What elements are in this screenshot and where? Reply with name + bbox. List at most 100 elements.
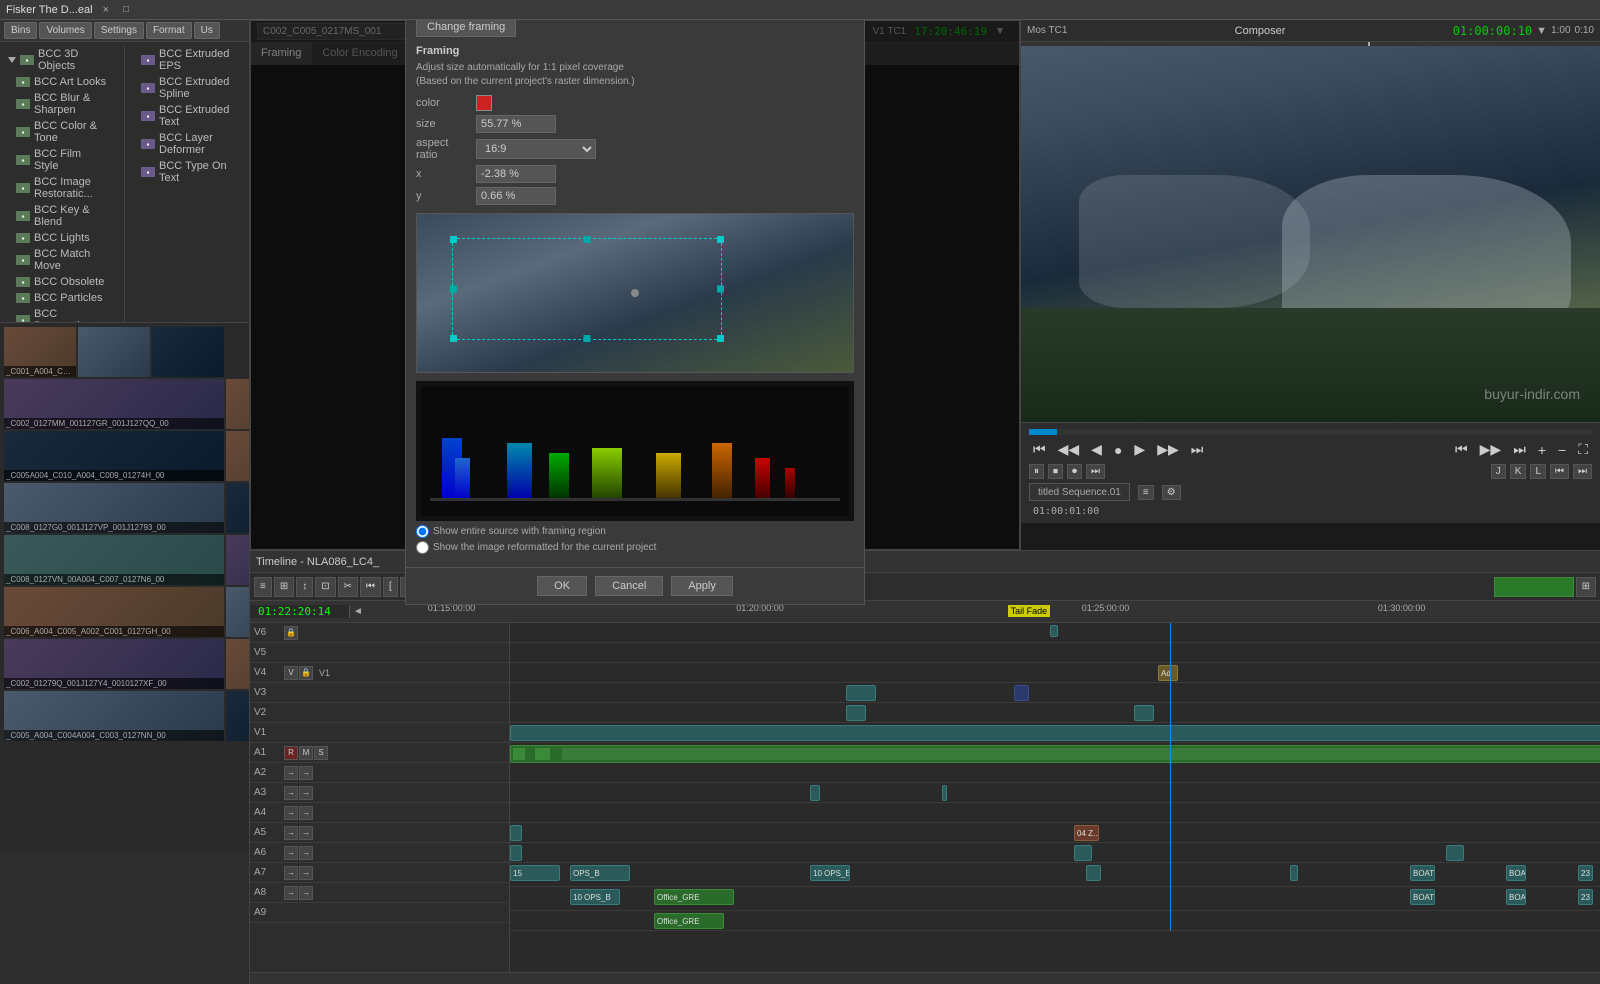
transport-rewind-btn[interactable]: ⏮ [1029,439,1050,460]
comp-btn-7[interactable]: L [1530,464,1546,479]
us-btn[interactable]: Us [194,22,220,39]
clip-a5-2[interactable]: 04 Z... [1074,825,1099,841]
tl-extra1[interactable]: ⊞ [1576,577,1596,597]
change-framing-button[interactable]: Change framing [416,20,516,37]
comp-btn-4[interactable]: ⏭ [1086,464,1105,479]
close-icon[interactable]: × [103,4,109,16]
effect-item-spline[interactable]: ▪BCC Extruded Spline [125,74,249,102]
track-send-a8[interactable]: → [299,886,313,900]
apply-button[interactable]: Apply [671,576,733,596]
track-enable-v4[interactable]: V [284,666,298,680]
size-input[interactable] [476,115,556,133]
track-send-a5[interactable]: → [299,826,313,840]
color-swatch[interactable] [476,95,492,111]
clip-v6-1[interactable] [1050,625,1058,637]
thumb-item[interactable] [226,587,249,637]
track-lock-v4[interactable]: 🔒 [299,666,313,680]
bins-btn[interactable]: Bins [4,22,37,39]
thumb-item[interactable]: _C002_0127MM_001127GR_001J127QQ_00 [4,379,224,429]
effect-item-deformer[interactable]: ▪BCC Layer Deformer [125,130,249,158]
track-send-a2[interactable]: → [299,766,313,780]
thumb-item[interactable]: _C001_A004_C012... [4,327,76,377]
clip-a7-ops3[interactable]: 10 OPS_B [810,865,850,881]
track-solo-a1[interactable]: S [314,746,328,760]
effect-item-key[interactable]: ▪BCC Key & Blend [0,202,124,230]
tl-mark-in[interactable]: [ [383,577,398,597]
thumb-item[interactable]: _C002_01279Q_001J127Y4_0010127XF_00 [4,639,224,689]
clip-a6-1[interactable] [510,845,522,861]
track-lock-v6[interactable]: 🔒 [284,626,298,640]
transport-extra3[interactable]: ⏭ [1509,439,1530,460]
thumb-item[interactable] [226,535,249,585]
thumb-item[interactable] [226,691,249,741]
zoom-out-btn[interactable]: − [1554,440,1570,460]
effect-item-perspective[interactable]: ▪BCC Perspective [0,306,124,322]
track-send-a6[interactable]: → [299,846,313,860]
cancel-button[interactable]: Cancel [595,576,663,596]
clip-a7-boa2[interactable]: BOA [1506,865,1526,881]
effect-item-lights[interactable]: ▪BCC Lights [0,230,124,246]
clip-a8-10ops[interactable]: 10 OPS_B [570,889,620,905]
transport-stop-btn[interactable]: ● [1110,440,1126,460]
tl-razor-btn[interactable]: ✂ [338,577,358,597]
effect-item-obsolete[interactable]: ▪BCC Obsolete [0,274,124,290]
clip-v3-2[interactable] [1014,685,1029,701]
comp-btn-6[interactable]: K [1510,464,1527,479]
track-send-a4[interactable]: → [299,806,313,820]
clip-a7-ops1[interactable]: 15 [510,865,560,881]
clip-v2-1[interactable] [846,705,866,721]
clip-a8-23ar[interactable]: 23 Ar [1578,889,1593,905]
thumb-item[interactable] [226,639,249,689]
effect-group-3d[interactable]: ▪ BCC 3D Objects [0,46,124,74]
transport-extra1[interactable]: ⏮ [1451,439,1472,460]
aspect-select[interactable]: 16:9 [476,139,596,159]
thumb-item[interactable]: _C006_A004_C005_A002_C001_0127GH_00 [4,587,224,637]
comp-btn-9[interactable]: ⏭ [1573,464,1592,479]
thumb-item[interactable]: _C005_A004_C004A004_C003_0127NN_00 [4,691,224,741]
thumb-item[interactable]: _C008_0127VN_00A004_C007_0127N6_00 [4,535,224,585]
fullscreen-btn[interactable]: ⛶ [1574,439,1592,460]
track-arrow-a6[interactable]: → [284,846,298,860]
format-btn[interactable]: Format [146,22,192,39]
thumb-item[interactable] [78,327,150,377]
track-send-a3[interactable]: → [299,786,313,800]
seq-btn-2[interactable]: ⚙ [1162,485,1181,500]
effect-item-eps[interactable]: ▪BCC Extruded EPS [125,46,249,74]
radio-reformatted[interactable] [416,541,429,554]
clip-v2-2[interactable] [1134,705,1154,721]
clip-a3-2[interactable] [942,785,947,801]
clip-a6-3[interactable] [1446,845,1464,861]
clip-a8-office[interactable]: Office_GRE [654,889,734,905]
zoom-in-btn[interactable]: + [1534,440,1550,460]
comp-btn-2[interactable]: ⏹ [1048,464,1063,479]
effect-item-blur[interactable]: ▪BCC Blur & Sharpen [0,90,124,118]
effect-item-particles[interactable]: ▪BCC Particles [0,290,124,306]
ruler-scroll-btn[interactable]: ◄ [350,606,366,617]
track-arrow-a4[interactable]: → [284,806,298,820]
thumb-item[interactable] [226,483,249,533]
tl-sync-btn[interactable]: ⊡ [315,577,335,597]
clip-a8-boa2[interactable]: BOA [1506,889,1526,905]
clip-a6-2[interactable] [1074,845,1092,861]
thumb-item[interactable] [226,431,249,481]
clip-a1-main[interactable]: 41 [510,745,1600,763]
comp-btn-1[interactable]: ⏸ [1029,464,1044,479]
track-send-a7[interactable]: → [299,866,313,880]
clip-a7-23ar[interactable]: 23 Ar [1578,865,1593,881]
clip-a7-boat1[interactable]: BOAT [1410,865,1435,881]
track-arrow-a8[interactable]: → [284,886,298,900]
ok-button[interactable]: OK [537,576,587,596]
effect-item-art[interactable]: ▪BCC Art Looks [0,74,124,90]
comp-btn-3[interactable]: ⏺ [1067,464,1082,479]
clip-v4-ad[interactable]: Ad [1158,665,1178,681]
clip-a9-office[interactable]: Office_GRE [654,913,724,929]
track-rec-a1[interactable]: R [284,746,298,760]
minimize-icon[interactable]: □ [123,4,129,15]
seq-btn-1[interactable]: ≡ [1138,485,1154,500]
transport-ff-btn[interactable]: ⏭ [1187,439,1208,460]
volumes-btn[interactable]: Volumes [39,22,91,39]
timeline-scrollbar[interactable] [250,972,1600,984]
track-arrow-a5[interactable]: → [284,826,298,840]
track-arrow-a7[interactable]: → [284,866,298,880]
tl-menu-btn[interactable]: ≡ [254,577,272,597]
